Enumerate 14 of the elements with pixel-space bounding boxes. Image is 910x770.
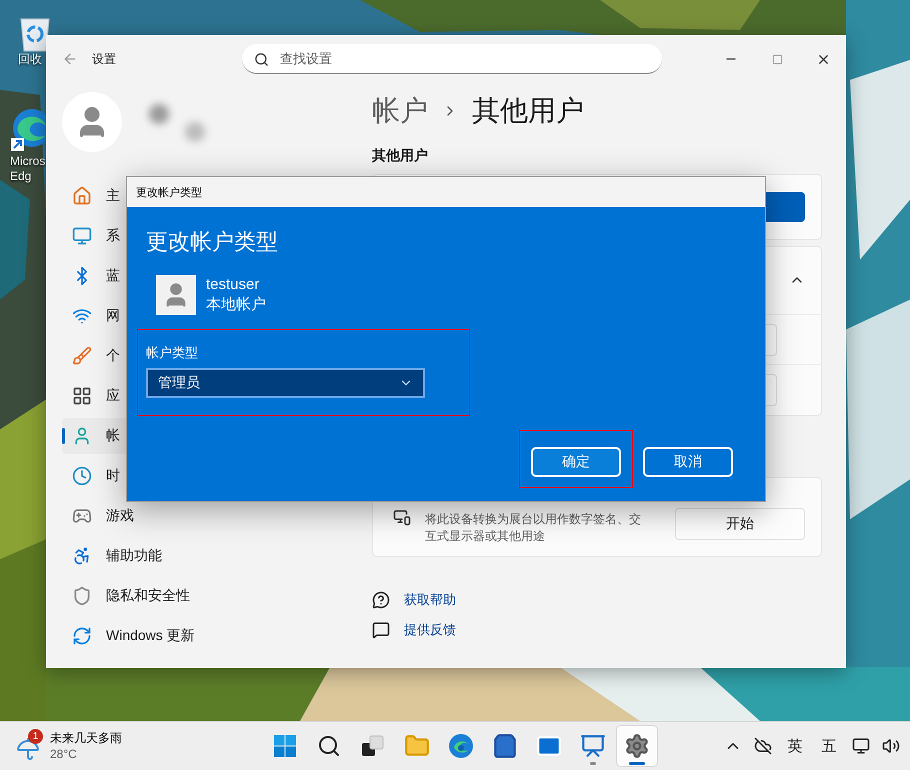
user-name: testuser — [206, 275, 260, 295]
dialog-title-bar: 更改帐户类型 — [127, 177, 765, 207]
field-label: 帐户类型 — [146, 344, 199, 362]
notification-badge: 1 — [28, 729, 43, 744]
desktop-icon-label: Micros — [10, 154, 46, 169]
account-type: 本地帐户 — [206, 295, 266, 315]
page-title: 其他用户 — [472, 94, 584, 128]
kiosk-description: 将此设备转换为展台以用作数字签名、交互式显示器或其他用途 — [425, 511, 642, 545]
window-title: 设置 — [92, 50, 116, 68]
desktop-icon-label: 回收 — [18, 52, 42, 67]
desktop-icon-label: Edg — [10, 169, 32, 184]
temperature: 28°C — [50, 746, 78, 762]
dialog-heading: 更改帐户类型 — [146, 228, 279, 256]
section-title: 其他用户 — [372, 146, 429, 165]
